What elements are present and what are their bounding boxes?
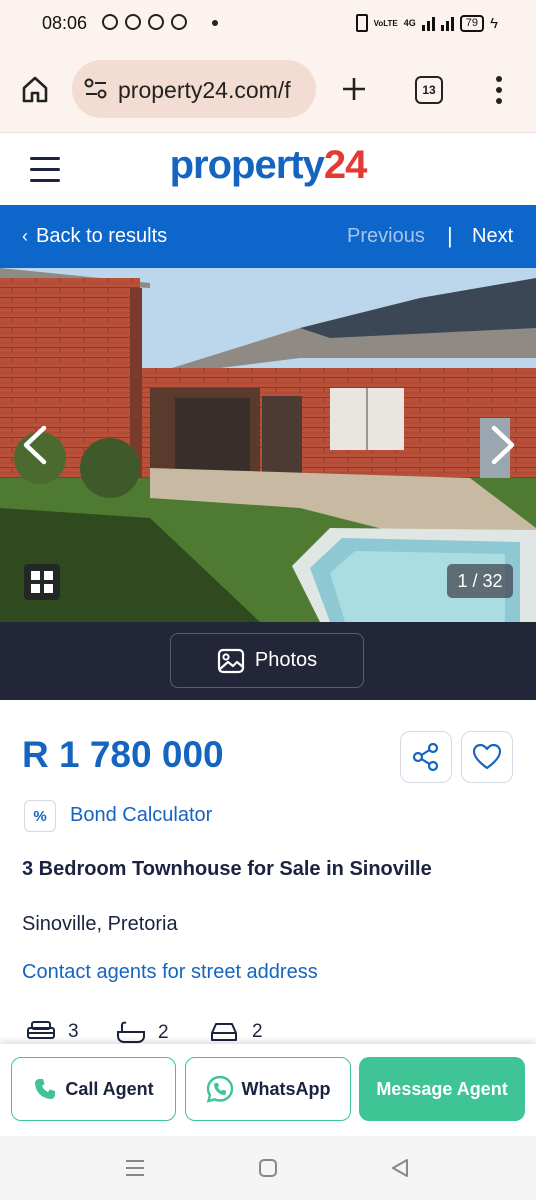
call-agent-label: Call Agent	[65, 1078, 154, 1099]
signal-icon	[421, 15, 435, 31]
garage-count: 2	[252, 1021, 263, 1042]
address-bar[interactable]: property24.com/f	[72, 60, 316, 118]
status-bar: 08:06 VoLTE 4G 79 ϟ	[0, 0, 536, 48]
hamburger-menu-icon[interactable]	[30, 157, 60, 190]
signal-icon-2	[440, 15, 454, 31]
home-nav-icon[interactable]	[258, 1158, 278, 1178]
logo-main: property	[169, 143, 325, 187]
phone-icon	[35, 1079, 56, 1099]
messenger-notification-icon	[102, 14, 118, 30]
share-button[interactable]	[400, 731, 452, 783]
new-tab-plus-icon[interactable]	[341, 76, 367, 102]
listing-location: Sinoville, Pretoria	[22, 913, 178, 935]
recent-apps-icon[interactable]	[124, 1158, 146, 1178]
site-settings-icon[interactable]	[84, 78, 108, 100]
home-icon[interactable]	[20, 74, 50, 104]
results-navigation-bar: ‹ Back to results Previous | Next	[0, 205, 536, 268]
photo-counter: 1 / 32	[447, 564, 513, 598]
volte-label: VoLTE	[373, 18, 398, 28]
bed-icon	[27, 1021, 55, 1039]
vibrate-icon	[355, 14, 368, 32]
messenger-notification-icon	[125, 14, 141, 30]
back-to-results-link[interactable]: ‹ Back to results	[22, 225, 167, 248]
bathroom-count: 2	[158, 1022, 169, 1043]
listing-title: 3 Bedroom Townhouse for Sale in Sinovill…	[22, 858, 432, 880]
network-type: 4G	[403, 18, 416, 28]
previous-link[interactable]: Previous	[347, 225, 425, 248]
favourite-button[interactable]	[461, 731, 513, 783]
property24-logo[interactable]: property24	[0, 143, 536, 188]
photos-button[interactable]: Photos	[170, 633, 364, 688]
notification-icons	[102, 14, 187, 30]
image-icon	[217, 648, 244, 673]
messenger-notification-icon	[148, 14, 164, 30]
site-header: property24	[0, 133, 536, 205]
contact-agents-link[interactable]: Contact agents for street address	[22, 961, 318, 984]
previous-photo-arrow-icon[interactable]	[20, 424, 50, 466]
photos-bar: Photos	[0, 622, 536, 700]
listing-price: R 1 780 000	[22, 734, 224, 775]
facebook-notification-icon	[171, 14, 187, 30]
listing-photo[interactable]: 1 / 32	[0, 268, 536, 622]
contact-action-bar: Call Agent WhatsApp Message Agent	[0, 1044, 536, 1136]
bathrooms-feature: 2	[116, 1020, 169, 1046]
next-link[interactable]: Next	[472, 225, 513, 248]
nav-separator: |	[447, 223, 453, 248]
more-notifications-dot-icon	[212, 20, 218, 26]
status-right-icons: VoLTE 4G 79 ϟ	[355, 14, 498, 32]
bedrooms-feature: 3	[26, 1020, 79, 1044]
url-text[interactable]: property24.com/f	[118, 77, 291, 104]
whatsapp-button[interactable]: WhatsApp	[185, 1057, 351, 1121]
garages-feature: 2	[208, 1020, 263, 1044]
charging-icon: ϟ	[490, 14, 498, 32]
photos-label: Photos	[254, 649, 318, 671]
share-icon	[412, 742, 439, 772]
percent-symbol: %	[33, 807, 47, 825]
chevron-left-icon: ‹	[22, 226, 28, 246]
back-label: Back to results	[36, 225, 168, 247]
bath-icon	[117, 1021, 145, 1043]
android-navigation-bar	[0, 1136, 536, 1200]
next-photo-arrow-icon[interactable]	[488, 424, 518, 466]
car-icon	[211, 1023, 237, 1041]
message-agent-button[interactable]: Message Agent	[359, 1057, 525, 1121]
status-time: 08:06	[42, 13, 88, 33]
logo-accent: 24	[323, 143, 367, 187]
tab-switcher-button[interactable]: 13	[415, 76, 443, 104]
browser-toolbar: property24.com/f 13	[0, 48, 536, 133]
battery-indicator: 79	[459, 14, 485, 32]
whatsapp-icon	[206, 1075, 233, 1103]
call-agent-button[interactable]: Call Agent	[11, 1057, 176, 1121]
bond-calculator-icon[interactable]: %	[24, 800, 56, 832]
bond-calculator-link[interactable]: Bond Calculator	[70, 804, 212, 827]
more-menu-icon[interactable]	[494, 75, 504, 105]
bedroom-count: 3	[68, 1021, 79, 1042]
message-agent-label: Message Agent	[376, 1078, 508, 1099]
heart-icon	[472, 743, 502, 770]
grid-icon	[31, 571, 53, 593]
back-nav-icon[interactable]	[390, 1158, 410, 1178]
whatsapp-label: WhatsApp	[241, 1078, 331, 1099]
tab-count: 13	[422, 83, 436, 97]
grid-view-button[interactable]	[24, 564, 60, 600]
